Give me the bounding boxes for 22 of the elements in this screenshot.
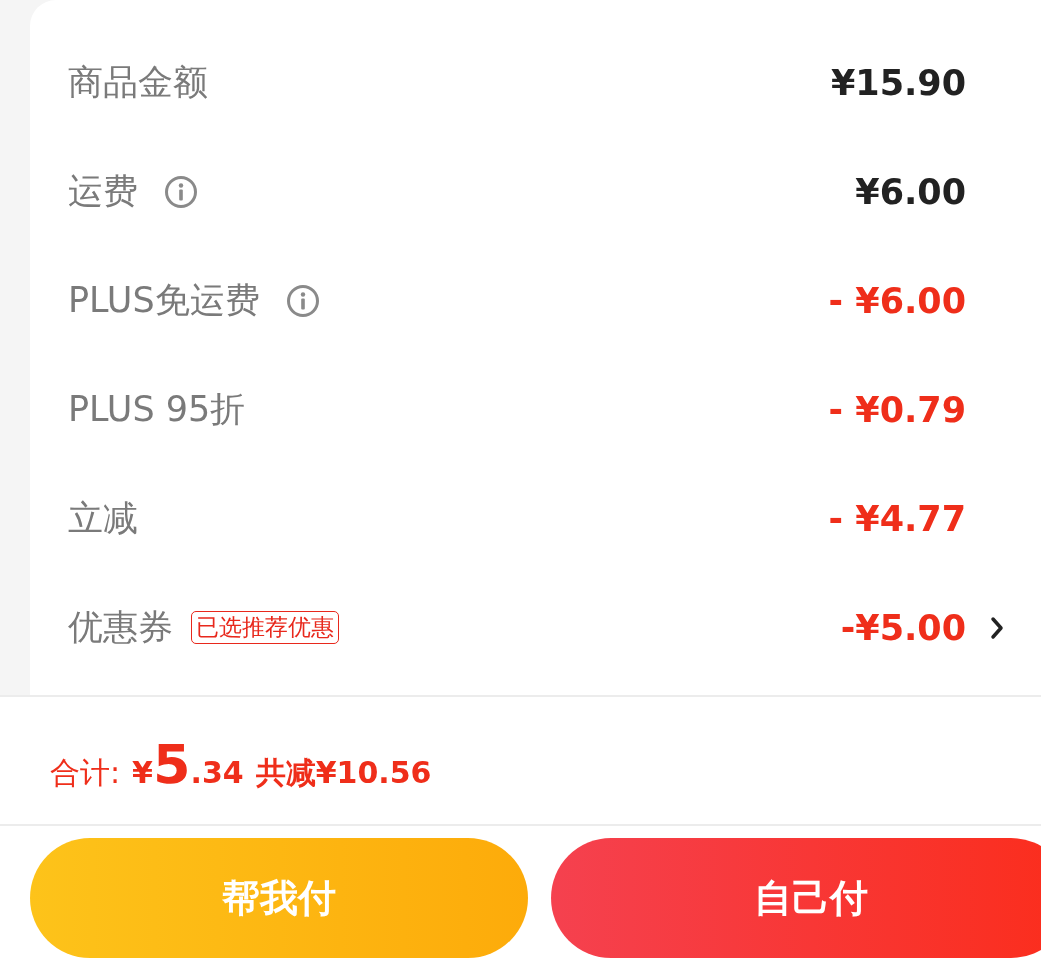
- chevron-icon[interactable]: [990, 615, 1004, 640]
- price-label: PLUS 95折: [68, 388, 246, 431]
- amount: ¥15.90: [830, 62, 966, 103]
- amount: -¥5.00: [840, 607, 966, 648]
- amount: ¥6.00: [855, 171, 966, 212]
- price-label: PLUS免运费: [68, 279, 260, 322]
- info-icon[interactable]: [285, 283, 320, 318]
- total-label: 合计:: [50, 754, 121, 792]
- saved-amount: 共减¥10.56: [255, 754, 432, 792]
- amount: - ¥6.00: [828, 280, 966, 321]
- price-label: 立减: [68, 497, 138, 540]
- price-label: 优惠券: [68, 606, 173, 649]
- price-label: 运费: [68, 170, 138, 213]
- info-icon[interactable]: [164, 174, 198, 209]
- total-decimal: .34: [190, 755, 244, 790]
- coupon-tag: 已选推荐优惠: [191, 610, 339, 645]
- pay-button[interactable]: 自己付: [551, 838, 1041, 958]
- amount: - ¥4.77: [828, 498, 966, 539]
- amount: - ¥0.79: [828, 389, 966, 430]
- currency-sign: ¥: [132, 755, 153, 790]
- price-label: 商品金额: [68, 61, 208, 104]
- total-integer: 5: [153, 733, 191, 796]
